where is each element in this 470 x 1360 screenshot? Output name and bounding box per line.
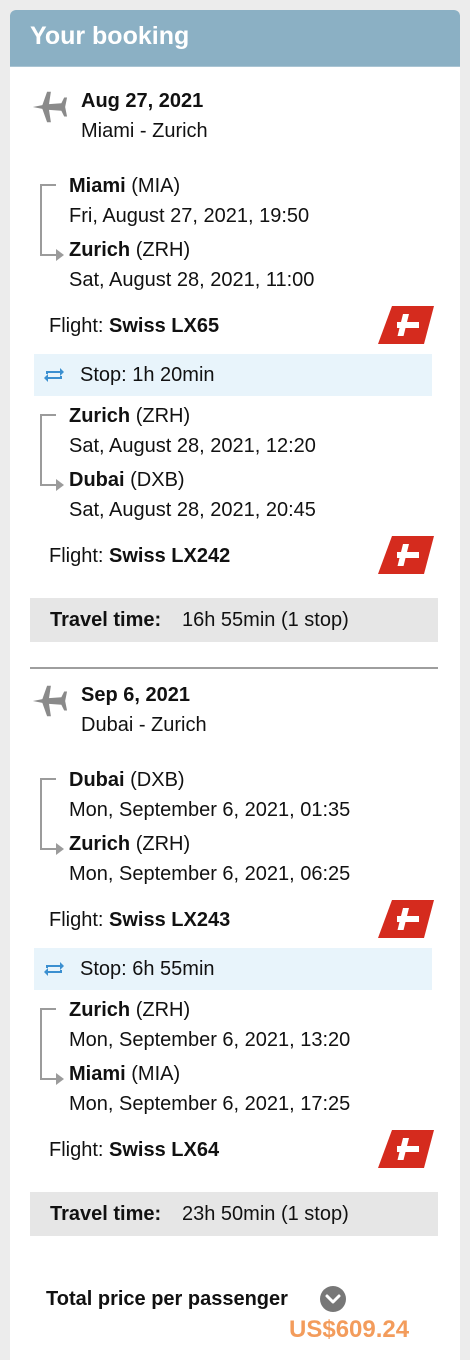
arrival-airport: Zurich (ZRH) <box>69 833 191 855</box>
refresh-icon <box>44 368 64 382</box>
flight-number: Flight: Swiss LX242 <box>49 545 231 567</box>
booking-panel: Your booking Aug 27, 2021 Miami - Zurich… <box>10 10 460 1360</box>
departure-airport: Dubai (DXB) <box>69 769 185 791</box>
travel-time-bar: Travel time: 23h 50min (1 stop) <box>30 1192 438 1236</box>
arrival-airport: Zurich (ZRH) <box>69 239 191 261</box>
layover-text: Stop: 1h 20min <box>80 364 215 386</box>
departure-airport: Miami (MIA) <box>69 175 181 197</box>
departure-time: Sat, August 28, 2021, 12:20 <box>69 435 316 457</box>
arrow-right-icon <box>56 843 64 855</box>
departure-airport: Zurich (ZRH) <box>69 999 191 1021</box>
trip-route: Dubai - Zurich <box>81 714 207 736</box>
layover-text: Stop: 6h 55min <box>80 958 215 980</box>
travel-time-label: Travel time: <box>50 609 162 631</box>
segment-connector <box>40 414 56 486</box>
plane-icon <box>32 685 68 717</box>
chevron-down-icon <box>325 1294 341 1304</box>
total-price: US$609.24 <box>289 1316 410 1343</box>
refresh-icon <box>44 962 64 976</box>
arrow-right-icon <box>56 249 64 261</box>
segment-connector <box>40 1008 56 1080</box>
arrival-time: Mon, September 6, 2021, 06:25 <box>69 863 351 885</box>
swiss-airline-logo <box>378 536 434 574</box>
arrival-time: Sat, August 28, 2021, 20:45 <box>69 499 316 521</box>
swiss-airline-logo <box>378 306 434 344</box>
travel-time-bar: Travel time: 16h 55min (1 stop) <box>30 598 438 642</box>
arrow-right-icon <box>56 479 64 491</box>
departure-time: Mon, September 6, 2021, 13:20 <box>69 1029 351 1051</box>
departure-time: Mon, September 6, 2021, 01:35 <box>69 799 351 821</box>
trip-date: Sep 6, 2021 <box>81 684 190 706</box>
segment-connector <box>40 184 56 256</box>
departure-airport: Zurich (ZRH) <box>69 405 191 427</box>
total-price-label: Total price per passenger <box>46 1288 288 1310</box>
flight-number: Flight: Swiss LX243 <box>49 909 231 931</box>
travel-time-value: 16h 55min (1 stop) <box>182 609 349 631</box>
departure-time: Fri, August 27, 2021, 19:50 <box>69 205 310 227</box>
flight-number: Flight: Swiss LX65 <box>49 315 220 337</box>
arrival-time: Sat, August 28, 2021, 11:00 <box>69 269 315 291</box>
arrow-right-icon <box>56 1073 64 1085</box>
swiss-airline-logo <box>378 900 434 938</box>
expand-price-button[interactable] <box>320 1286 346 1312</box>
arrival-airport: Miami (MIA) <box>69 1063 181 1085</box>
swiss-airline-logo <box>378 1130 434 1168</box>
trip-route: Miami - Zurich <box>81 120 208 142</box>
travel-time-value: 23h 50min (1 stop) <box>182 1203 349 1225</box>
plane-icon <box>32 91 68 123</box>
divider <box>30 667 438 669</box>
arrival-airport: Dubai (DXB) <box>69 469 185 491</box>
panel-title: Your booking <box>10 10 460 67</box>
segment-connector <box>40 778 56 850</box>
layover-bar: Stop: 6h 55min <box>34 948 432 990</box>
trip-date: Aug 27, 2021 <box>81 90 204 112</box>
arrival-time: Mon, September 6, 2021, 17:25 <box>69 1093 351 1115</box>
layover-bar: Stop: 1h 20min <box>34 354 432 396</box>
travel-time-label: Travel time: <box>50 1203 162 1225</box>
flight-number: Flight: Swiss LX64 <box>49 1139 220 1161</box>
